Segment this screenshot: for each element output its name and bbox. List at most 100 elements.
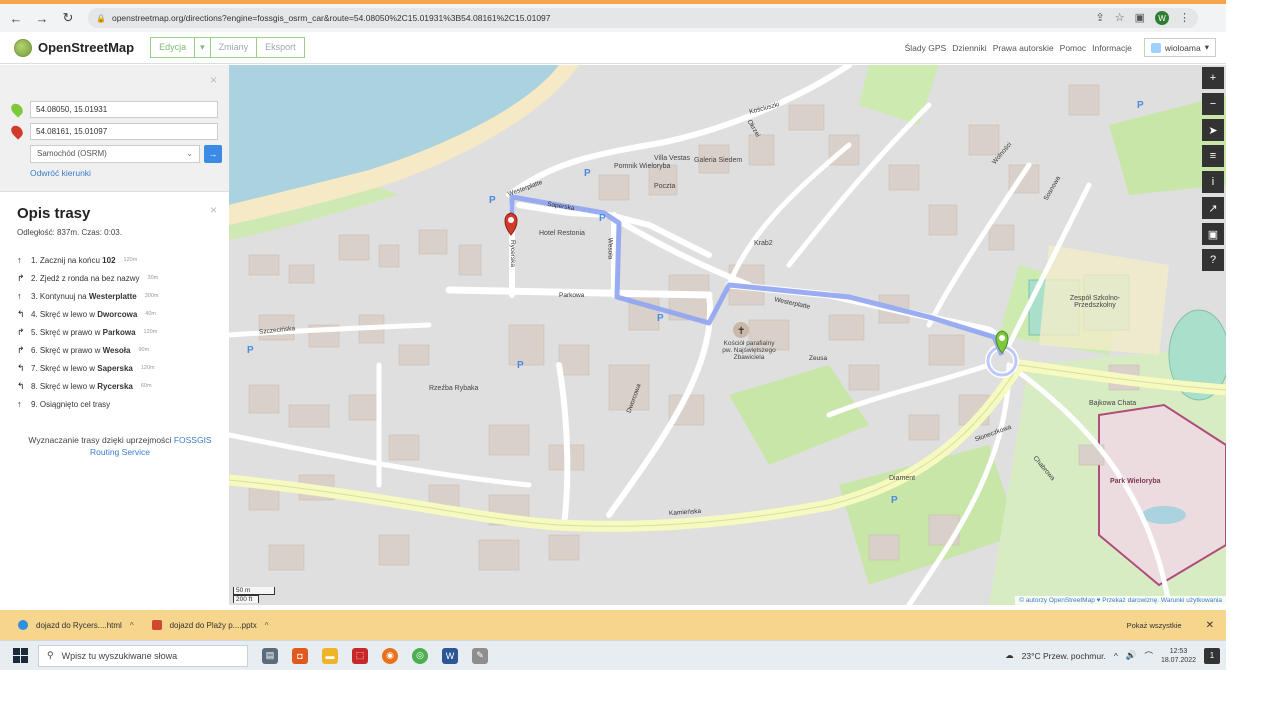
network-icon[interactable]: ⌒ (1144, 650, 1153, 662)
step-distance: 40m (145, 311, 156, 317)
downloads-bar: dojazd do Rycers....html ^ dojazd do Pla… (0, 610, 1226, 640)
step-street: Rycerska (97, 381, 133, 391)
direction-step[interactable]: ↱ 6. Skręć w prawo w Wesoła 90m (17, 341, 217, 359)
share-icon[interactable]: ⇪ (1096, 11, 1105, 25)
profile-avatar[interactable]: W (1155, 11, 1169, 25)
clock[interactable]: 12:53 18.07.2022 (1161, 647, 1196, 665)
link-copyright[interactable]: Prawa autorskie (993, 43, 1054, 53)
word-icon[interactable]: W (442, 647, 458, 664)
end-marker-icon (8, 123, 26, 140)
chevron-down-icon: ⌄ (186, 149, 193, 158)
parking-icon: P (489, 195, 496, 206)
routing-credit: Wyznaczanie trasy dzięki uprzejmości FOS… (20, 434, 220, 458)
credit-text: Wyznaczanie trasy dzięki uprzejmości (28, 435, 172, 445)
taskbar-search[interactable]: ⚲ Wpisz tu wyszukiwane słowa (38, 644, 248, 667)
step-instruction: Kontynuuj na (39, 291, 87, 301)
start-marker-icon (8, 101, 26, 118)
reverse-directions-link[interactable]: Odwróć kierunki (30, 168, 91, 178)
weather-text[interactable]: 23°C Przew. pochmur. (1022, 651, 1106, 661)
step-distance: 90m (138, 347, 150, 353)
back-icon[interactable]: ← (6, 8, 26, 28)
layers-icon[interactable]: ≡ (1202, 145, 1224, 167)
edit-button[interactable]: Edycja (150, 37, 196, 58)
paint-icon[interactable]: ✎ (472, 647, 488, 664)
bookmark-star-icon[interactable]: ☆ (1115, 11, 1125, 25)
windows-taskbar: ⚲ Wpisz tu wyszukiwane słowa ▤ ◘ ▬ ⬚ ◉ ◎… (0, 640, 1226, 670)
query-icon[interactable]: ? (1202, 249, 1224, 271)
step-instruction: Zacznij na końcu (39, 255, 100, 265)
direction-step[interactable]: ↑ 1. Zacznij na końcu 102 120m (17, 251, 217, 269)
history-button[interactable]: Zmiany (210, 37, 258, 58)
direction-step[interactable]: ↱ 2. Zjedź z ronda na bez nazwy 30m (17, 269, 217, 287)
show-all-downloads[interactable]: Pokaż wszystkie (1127, 621, 1182, 630)
firefox-icon[interactable]: ◉ (382, 647, 398, 664)
transport-mode-select[interactable]: Samochód (OSRM) ⌄ (30, 145, 200, 163)
reload-icon[interactable]: ↻ (58, 8, 78, 28)
office-icon[interactable]: ◘ (292, 647, 308, 664)
share-icon[interactable]: ↗ (1202, 197, 1224, 219)
zoom-in-icon[interactable]: + (1202, 67, 1224, 89)
download-item-pptx[interactable]: dojazd do Plaży p....pptx ^ (151, 620, 269, 630)
note-icon[interactable]: ▣ (1202, 223, 1224, 245)
close-icon[interactable]: × (210, 203, 217, 217)
magnifier-logo-icon (14, 38, 32, 57)
direction-step[interactable]: ↰ 7. Skręć w lewo w Saperska 120m (17, 359, 217, 377)
link-about[interactable]: Informacje (1092, 43, 1132, 53)
direction-step[interactable]: ↑ 9. Osiągnięto cel trasy (17, 395, 217, 413)
step-number: 9. (31, 399, 38, 409)
link-gps-traces[interactable]: Ślady GPS (905, 43, 947, 53)
parking-icon: P (891, 495, 898, 506)
notification-icon[interactable]: 1 (1204, 647, 1220, 664)
volume-icon[interactable]: 🔊 (1126, 650, 1137, 661)
locate-icon[interactable]: ➤ (1202, 119, 1224, 141)
street-label-parkowa: Parkowa (559, 292, 585, 299)
to-row (8, 123, 218, 140)
poi-rybak-label: Rzeźba Rybaka (429, 385, 479, 392)
turn-arrow-icon: ↰ (17, 380, 25, 391)
direction-step[interactable]: ↱ 5. Skręć w prawo w Parkowa 120m (17, 323, 217, 341)
from-input[interactable] (30, 101, 218, 118)
info-icon[interactable]: i (1202, 171, 1224, 193)
download-item-html[interactable]: dojazd do Rycers....html ^ (18, 620, 134, 630)
task-view-icon[interactable]: ▤ (262, 647, 278, 664)
direction-step[interactable]: ↑ 3. Kontynuuj na Westerplatte 300m (17, 287, 217, 305)
direction-step[interactable]: ↰ 4. Skręć w lewo w Dworcowa 40m (17, 305, 217, 323)
link-help[interactable]: Pomoc (1060, 43, 1086, 53)
go-button[interactable]: → (204, 145, 222, 163)
map-view[interactable]: ✝ Westerplatte Saperska Wesoła Parkowa S… (229, 65, 1226, 605)
chrome-icon[interactable]: ◎ (412, 647, 428, 664)
user-menu[interactable]: wioloama ▾ (1143, 38, 1216, 57)
zoom-out-icon[interactable]: − (1202, 93, 1224, 115)
chevron-up-icon[interactable]: ^ (265, 621, 269, 630)
clock-date: 18.07.2022 (1160, 656, 1196, 664)
address-bar[interactable]: 🔒 openstreetmap.org/directions?engine=fo… (88, 8, 1198, 28)
step-number: 3. (31, 291, 38, 301)
poi-pomnik-label: Pomnik Wieloryba (614, 163, 671, 170)
browser-toolbar: ← → ↻ 🔒 openstreetmap.org/directions?eng… (0, 0, 1226, 32)
poi-villa-label: Villa Vestas (654, 155, 691, 162)
pdf-reader-icon[interactable]: ⬚ (352, 647, 368, 664)
osm-logo[interactable]: OpenStreetMap (14, 38, 134, 57)
close-icon[interactable]: × (210, 73, 217, 87)
to-input[interactable] (30, 123, 218, 140)
windows-start-icon[interactable] (8, 644, 32, 668)
direction-step[interactable]: ↰ 8. Skręć w lewo w Rycerska 60m (17, 377, 217, 395)
link-diaries[interactable]: Dzienniki (952, 43, 987, 53)
export-button[interactable]: Eksport (257, 37, 305, 58)
step-street: Westerplatte (88, 291, 137, 301)
map-attribution[interactable]: © autorzy OpenStreetMap ♥ Przekaż darowi… (1015, 596, 1226, 605)
clock-time: 12:53 (1169, 647, 1188, 655)
tray-chevron-up-icon[interactable]: ^ (1114, 651, 1118, 661)
file-explorer-icon[interactable]: ▬ (322, 647, 338, 664)
step-text: 4. Skręć w lewo w Dworcowa (31, 310, 137, 319)
edit-dropdown-icon[interactable]: ▾ (195, 37, 211, 58)
window-icon[interactable]: ▣ (1135, 11, 1145, 25)
forward-icon[interactable]: → (32, 8, 52, 28)
close-icon[interactable]: ✕ (1206, 620, 1214, 631)
powerpoint-file-icon (151, 620, 162, 630)
chevron-up-icon[interactable]: ^ (130, 621, 134, 630)
parking-icon: P (1137, 100, 1144, 111)
step-street: Wesoła (102, 345, 131, 355)
parking-icon: P (584, 168, 591, 179)
menu-dots-icon[interactable]: ⋮ (1179, 11, 1190, 25)
